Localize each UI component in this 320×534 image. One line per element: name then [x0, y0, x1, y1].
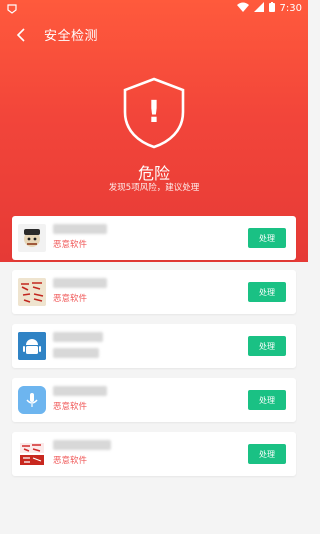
notification-icon	[6, 3, 18, 18]
handle-button[interactable]: 处理	[248, 390, 286, 410]
risk-item: 恶意软件 处理	[12, 432, 296, 476]
risk-item: 恶意软件 处理	[12, 270, 296, 314]
top-bar: 安全检测	[0, 18, 308, 50]
app-name-blurred	[53, 386, 107, 396]
risk-type-label: 恶意软件	[53, 402, 88, 412]
back-arrow-icon[interactable]	[10, 24, 32, 46]
handle-button[interactable]: 处理	[248, 336, 286, 356]
shield-exclamation: !	[147, 95, 161, 130]
risk-status-subtitle: 发现5项风险，建议处理	[108, 183, 200, 193]
microphone-icon	[18, 386, 46, 414]
page-title: 安全检测	[44, 29, 99, 44]
android-icon	[18, 332, 46, 360]
handle-button[interactable]: 处理	[248, 282, 286, 302]
status-bar: 7:30	[0, 0, 308, 18]
handle-button[interactable]: 处理	[248, 228, 286, 248]
clock: 7:30	[279, 3, 302, 14]
risk-type-label: 恶意软件	[53, 240, 88, 250]
risk-item: 恶意软件 处理	[12, 216, 296, 260]
battery-icon	[268, 2, 275, 15]
chinese-text-icon	[18, 440, 46, 468]
app-name-blurred	[53, 224, 107, 234]
app-name-blurred	[53, 278, 107, 288]
warning-shield-icon: !	[121, 76, 187, 150]
risk-type-label: 恶意软件	[53, 456, 88, 466]
risk-item: 处理	[12, 324, 296, 368]
handle-button[interactable]: 处理	[248, 444, 286, 464]
wifi-icon	[236, 2, 249, 15]
risk-item: 恶意软件 处理	[12, 378, 296, 422]
risk-type-label: 恶意软件	[53, 294, 88, 304]
app-name-blurred	[53, 332, 103, 342]
mascot-icon	[18, 224, 46, 252]
app-name-blurred	[53, 440, 111, 450]
app-detail-blurred	[53, 348, 99, 358]
calligraphy-icon	[18, 278, 46, 306]
signal-icon	[253, 2, 264, 15]
